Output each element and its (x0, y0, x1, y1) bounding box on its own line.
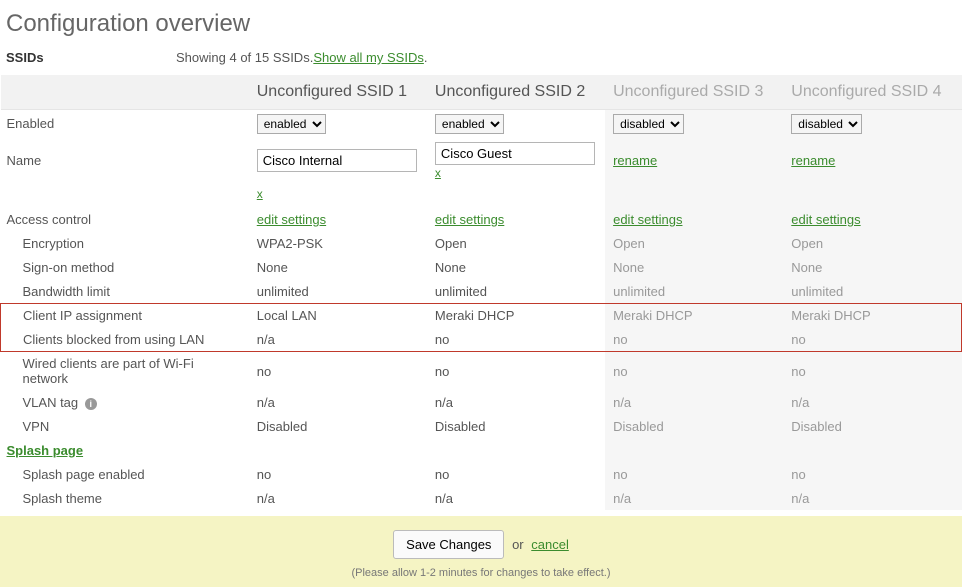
row-bandwidth-label: Bandwidth limit (1, 280, 249, 304)
wired-ssid2: no (427, 352, 605, 391)
row-signon-label: Sign-on method (1, 256, 249, 280)
splash-enabled-ssid4: no (783, 462, 961, 486)
save-button[interactable]: Save Changes (393, 530, 504, 559)
signon-ssid1: None (249, 256, 427, 280)
bandwidth-ssid1: unlimited (249, 280, 427, 304)
col-header-ssid2: Unconfigured SSID 2 (427, 75, 605, 109)
vlan-ssid2: n/a (427, 390, 605, 414)
show-all-ssids-link[interactable]: Show all my SSIDs (313, 50, 424, 65)
row-blocked-label: Clients blocked from using LAN (1, 328, 249, 352)
row-splash-enabled-label: Splash page enabled (1, 462, 249, 486)
footer-bar: Save Changes or cancel (Please allow 1-2… (0, 516, 962, 587)
clientip-ssid4: Meraki DHCP (783, 304, 961, 328)
splash-enabled-ssid3: no (605, 462, 783, 486)
blocked-ssid4: no (783, 328, 961, 352)
row-access-control-label: Access control (1, 208, 249, 232)
row-splash-theme-label: Splash theme (1, 486, 249, 510)
vpn-ssid4: Disabled (783, 414, 961, 438)
blocked-ssid2: no (427, 328, 605, 352)
encryption-ssid1: WPA2-PSK (249, 232, 427, 256)
encryption-ssid4: Open (783, 232, 961, 256)
enabled-select-ssid3[interactable]: disabled (613, 114, 684, 134)
wired-ssid3: no (605, 352, 783, 391)
blocked-ssid3: no (605, 328, 783, 352)
rename-link-ssid3[interactable]: rename (613, 153, 657, 168)
ssids-showing-text: Showing 4 of 15 SSIDs. (176, 50, 313, 65)
splash-theme-ssid1: n/a (249, 486, 427, 510)
vpn-ssid2: Disabled (427, 414, 605, 438)
footer-or: or (512, 537, 524, 552)
row-clientip-label: Client IP assignment (1, 304, 249, 328)
col-header-ssid1: Unconfigured SSID 1 (249, 75, 427, 109)
ssids-label: SSIDs (6, 50, 176, 65)
ssids-summary: SSIDs Showing 4 of 15 SSIDs. Show all my… (6, 50, 962, 65)
splash-theme-ssid3: n/a (605, 486, 783, 510)
clientip-ssid2: Meraki DHCP (427, 304, 605, 328)
row-vlan-label: VLAN tag i (1, 390, 249, 414)
encryption-ssid3: Open (605, 232, 783, 256)
row-wired-label: Wired clients are part of Wi-Fi network (1, 352, 249, 391)
col-header-ssid3: Unconfigured SSID 3 (605, 75, 783, 109)
splash-theme-ssid2: n/a (427, 486, 605, 510)
blocked-ssid1: n/a (249, 328, 427, 352)
row-name-label: Name (1, 138, 249, 184)
vlan-ssid4: n/a (783, 390, 961, 414)
page-title: Configuration overview (6, 10, 962, 38)
name-input-ssid2[interactable] (435, 142, 595, 165)
rename-link-ssid4[interactable]: rename (791, 153, 835, 168)
splash-theme-ssid4: n/a (783, 486, 961, 510)
splash-page-link[interactable]: Splash page (7, 443, 84, 458)
splash-enabled-ssid1: no (249, 462, 427, 486)
vlan-ssid3: n/a (605, 390, 783, 414)
row-encryption-label: Encryption (1, 232, 249, 256)
bandwidth-ssid2: unlimited (427, 280, 605, 304)
encryption-ssid2: Open (427, 232, 605, 256)
enabled-select-ssid2[interactable]: enabled (435, 114, 504, 134)
footer-note: (Please allow 1-2 minutes for changes to… (0, 567, 962, 579)
name-clear-ssid1[interactable]: x (257, 187, 263, 201)
edit-settings-ssid2[interactable]: edit settings (435, 212, 504, 227)
bandwidth-ssid3: unlimited (605, 280, 783, 304)
signon-ssid3: None (605, 256, 783, 280)
edit-settings-ssid1[interactable]: edit settings (257, 212, 326, 227)
splash-enabled-ssid2: no (427, 462, 605, 486)
name-clear-ssid2[interactable]: x (435, 166, 441, 180)
name-input-ssid1[interactable] (257, 149, 417, 172)
wired-ssid4: no (783, 352, 961, 391)
clientip-ssid3: Meraki DHCP (605, 304, 783, 328)
edit-settings-ssid3[interactable]: edit settings (613, 212, 682, 227)
col-header-ssid4: Unconfigured SSID 4 (783, 75, 961, 109)
vpn-ssid1: Disabled (249, 414, 427, 438)
row-splash-label: Splash page (1, 438, 249, 462)
vlan-ssid1: n/a (249, 390, 427, 414)
signon-ssid4: None (783, 256, 961, 280)
edit-settings-ssid4[interactable]: edit settings (791, 212, 860, 227)
enabled-select-ssid4[interactable]: disabled (791, 114, 862, 134)
row-enabled-label: Enabled (1, 109, 249, 138)
cancel-link[interactable]: cancel (531, 537, 569, 552)
enabled-select-ssid1[interactable]: enabled (257, 114, 326, 134)
bandwidth-ssid4: unlimited (783, 280, 961, 304)
row-vpn-label: VPN (1, 414, 249, 438)
wired-ssid1: no (249, 352, 427, 391)
config-table: Unconfigured SSID 1 Unconfigured SSID 2 … (0, 75, 962, 510)
vpn-ssid3: Disabled (605, 414, 783, 438)
signon-ssid2: None (427, 256, 605, 280)
info-icon[interactable]: i (85, 398, 97, 410)
clientip-ssid1: Local LAN (249, 304, 427, 328)
